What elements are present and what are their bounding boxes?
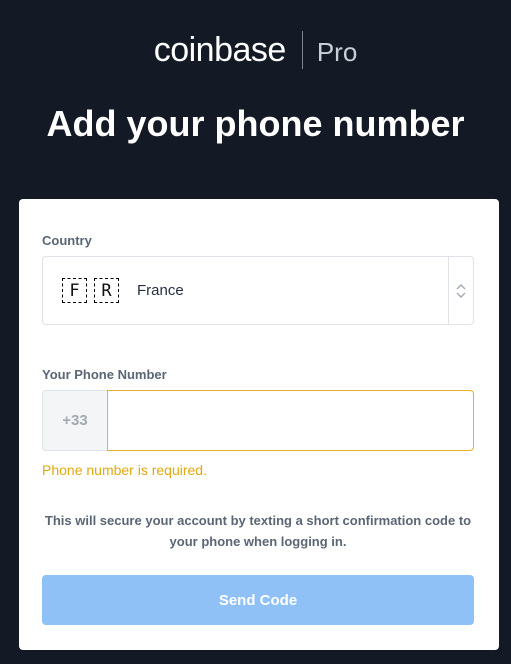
phone-number-input[interactable] (107, 390, 474, 451)
france-flag-icon: F R (62, 278, 119, 303)
phone-number-label: Your Phone Number (42, 367, 167, 382)
selected-country-name: France (137, 282, 184, 299)
phone-error-message: Phone number is required. (42, 462, 207, 478)
flag-letter-f: F (62, 278, 87, 303)
phone-form-card: Country F R France Your Phone Number +33… (19, 199, 499, 650)
logo-wordmark: coinbase (153, 31, 287, 69)
phone-number-field: +33 (42, 390, 474, 451)
page-title: Add your phone number (46, 103, 465, 144)
country-select[interactable]: F R France (42, 256, 474, 325)
send-code-button[interactable]: Send Code (42, 575, 474, 625)
select-arrows-icon[interactable] (448, 257, 473, 324)
flag-letter-r: R (94, 278, 119, 303)
logo-pro-label: Pro (316, 37, 358, 67)
country-label: Country (42, 233, 92, 248)
coinbase-pro-logo: coinbase Pro (0, 28, 511, 72)
logo-divider (301, 31, 303, 69)
security-info-text: This will secure your account by texting… (44, 513, 472, 549)
country-code-prefix: +33 (42, 390, 107, 451)
